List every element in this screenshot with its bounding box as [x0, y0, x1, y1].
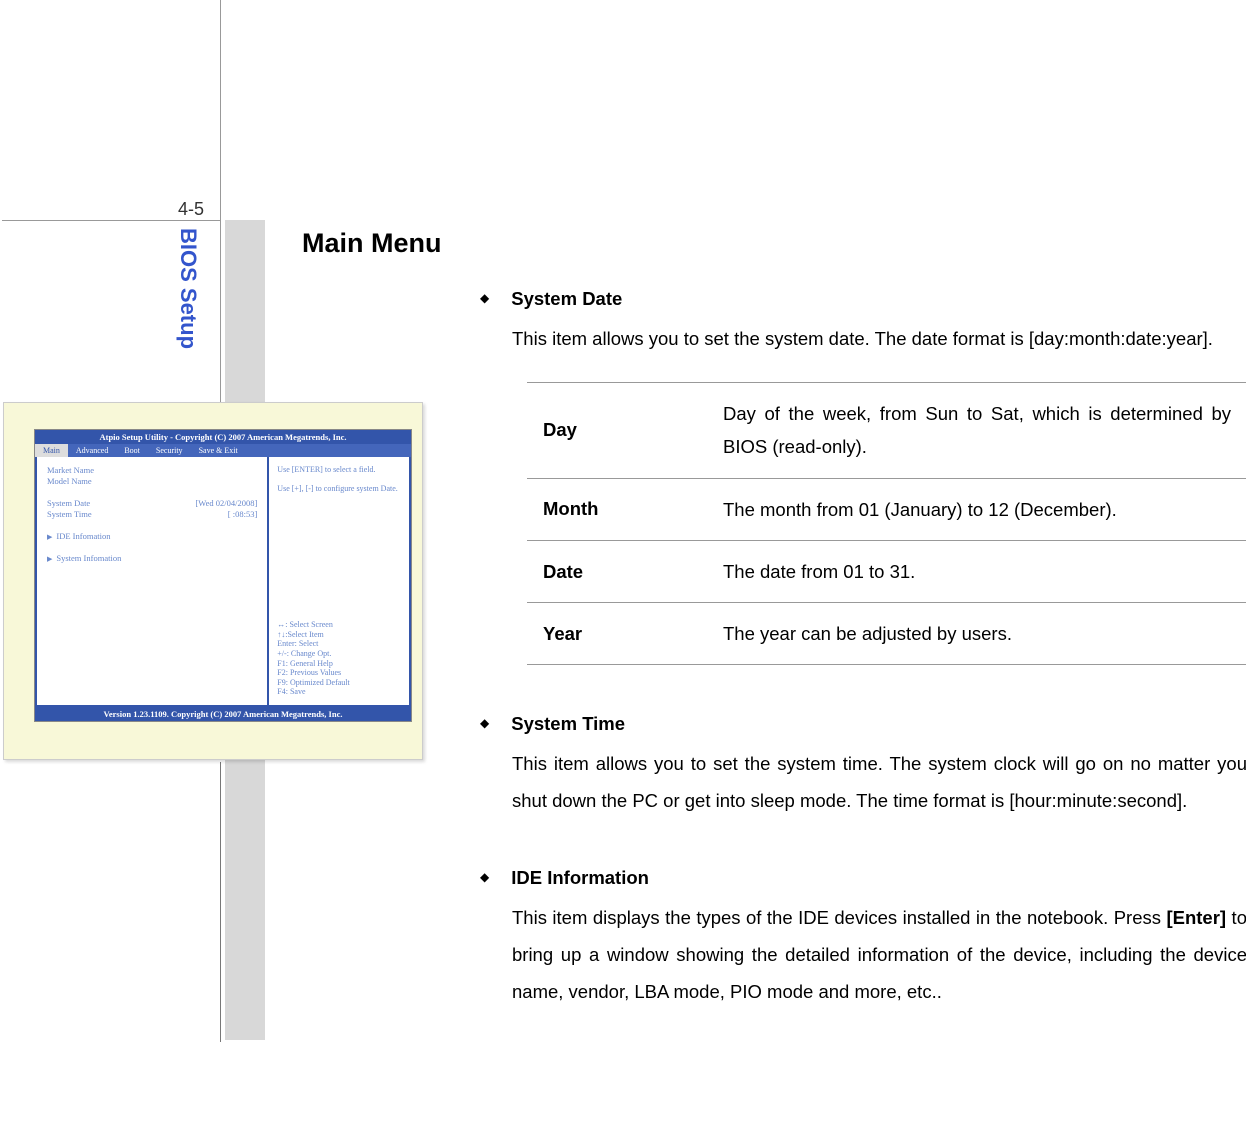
system-date-desc: This item allows you to set the system d… — [512, 320, 1246, 357]
bullet-system-date: ◆ System Date — [480, 288, 1246, 310]
bios-left-panel: Market Name Model Name System Date [Wed … — [37, 457, 267, 705]
term-month: Month — [527, 478, 707, 540]
table-row: Year The year can be adjusted by users. — [527, 603, 1246, 665]
desc-date: The date from 01 to 31. — [707, 540, 1246, 602]
system-time-heading: System Time — [511, 713, 625, 735]
diamond-icon: ◆ — [480, 291, 489, 310]
bios-key-6: F2: Previous Values — [277, 668, 401, 678]
bios-tabs: Main Advanced Boot Security Save & Exit — [35, 444, 411, 457]
bios-market-name: Market Name — [47, 465, 257, 476]
page-number: 4-5 — [178, 199, 204, 220]
ide-desc-part1: This item displays the types of the IDE … — [512, 907, 1166, 928]
bios-model-name: Model Name — [47, 476, 257, 487]
bios-key-4: +/-: Change Opt. — [277, 649, 401, 659]
term-date: Date — [527, 540, 707, 602]
bios-tab-saveexit: Save & Exit — [191, 444, 246, 457]
sidebar-title: BIOS Setup — [175, 228, 201, 349]
date-format-table: Day Day of the week, from Sun to Sat, wh… — [527, 382, 1246, 665]
diamond-icon: ◆ — [480, 716, 489, 735]
bios-screenshot-wrapper: Atpio Setup Utility - Copyright (C) 2007… — [3, 402, 423, 760]
table-row: Date The date from 01 to 31. — [527, 540, 1246, 602]
bios-key-2: ↑↓:Select Item — [277, 630, 401, 640]
vertical-divider-top — [220, 0, 221, 402]
bios-tab-security: Security — [148, 444, 191, 457]
bios-body: Market Name Model Name System Date [Wed … — [35, 457, 411, 707]
bios-key-7: F9: Optimized Default — [277, 678, 401, 688]
content-section: ◆ System Date This item allows you to se… — [480, 288, 1246, 1010]
bios-window: Atpio Setup Utility - Copyright (C) 2007… — [34, 429, 412, 722]
table-row: Day Day of the week, from Sun to Sat, wh… — [527, 383, 1246, 479]
bullet-system-time: ◆ System Time — [480, 713, 1246, 735]
bios-ide-info: IDE Infomation — [56, 531, 110, 541]
gray-sidebar-top — [225, 220, 265, 402]
main-title: Main Menu — [302, 228, 442, 259]
desc-day: Day of the week, from Sun to Sat, which … — [707, 383, 1246, 479]
bios-tab-main: Main — [35, 444, 68, 457]
system-time-desc: This item allows you to set the system t… — [512, 745, 1246, 819]
triangle-icon: ▶ — [47, 555, 52, 563]
desc-month: The month from 01 (January) to 12 (Decem… — [707, 478, 1246, 540]
ide-desc-bold: [Enter] — [1166, 907, 1226, 928]
bios-keymap: ↔: Select Screen ↑↓:Select Item Enter: S… — [277, 620, 401, 697]
gray-sidebar-bottom — [225, 760, 265, 1040]
bios-sysdate-value: [Wed 02/04/2008] — [195, 498, 257, 509]
table-row: Month The month from 01 (January) to 12 … — [527, 478, 1246, 540]
bios-tab-advanced: Advanced — [68, 444, 116, 457]
bios-systime-value: [ :08:53] — [228, 509, 258, 520]
bios-sysdate-label: System Date — [47, 498, 90, 509]
triangle-icon: ▶ — [47, 533, 52, 541]
ide-info-desc: This item displays the types of the IDE … — [512, 899, 1246, 1010]
bios-right-panel: Use [ENTER] to select a field. Use [+], … — [267, 457, 409, 705]
ide-info-heading: IDE Information — [511, 867, 649, 889]
term-day: Day — [527, 383, 707, 479]
bullet-ide-info: ◆ IDE Information — [480, 867, 1246, 889]
diamond-icon: ◆ — [480, 870, 489, 889]
term-year: Year — [527, 603, 707, 665]
bios-help-line2: Use [+], [-] to configure system Date. — [277, 484, 401, 494]
bios-sys-info: System Infomation — [56, 553, 121, 563]
vertical-divider-bottom — [220, 762, 221, 1042]
bios-systime-label: System Time — [47, 509, 92, 520]
bios-key-3: Enter: Select — [277, 639, 401, 649]
page-number-underline — [2, 220, 220, 221]
bios-footer: Version 1.23.1109. Copyright (C) 2007 Am… — [35, 707, 411, 721]
bios-header: Atpio Setup Utility - Copyright (C) 2007… — [35, 430, 411, 444]
desc-year: The year can be adjusted by users. — [707, 603, 1246, 665]
bios-help-top: Use [ENTER] to select a field. Use [+], … — [277, 465, 401, 494]
bios-key-5: F1: General Help — [277, 659, 401, 669]
system-date-heading: System Date — [511, 288, 622, 310]
bios-tab-boot: Boot — [116, 444, 148, 457]
bios-help-line1: Use [ENTER] to select a field. — [277, 465, 401, 475]
bios-key-8: F4: Save — [277, 687, 401, 697]
bios-key-1: ↔: Select Screen — [277, 620, 401, 630]
